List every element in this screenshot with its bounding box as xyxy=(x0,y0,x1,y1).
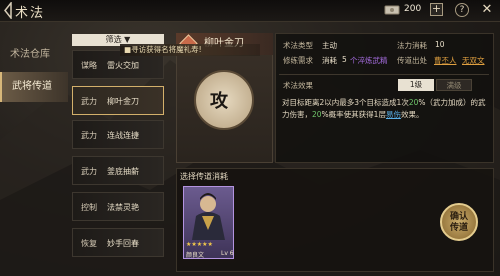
skill-name: 法禁灵艳 xyxy=(107,203,139,212)
close-icon[interactable]: ✕ xyxy=(479,2,495,18)
train-need-label: 修练需求 xyxy=(283,56,313,65)
skill-list-item[interactable]: 武力 连战连捷 xyxy=(72,120,164,149)
help-icon[interactable]: ? xyxy=(455,3,469,17)
desc-text: 对目标距离2以内最多3个目标造成1次 xyxy=(282,98,409,107)
skill-category: 谋略 xyxy=(81,61,97,70)
train-need-count: 5 xyxy=(342,55,347,64)
desc-link[interactable]: 易伤 xyxy=(386,110,401,119)
skill-emblem-char: 攻 xyxy=(210,91,228,112)
skill-list-item[interactable]: 控制 法禁灵艳 xyxy=(72,192,164,221)
skill-type-label: 术法类型 xyxy=(283,41,313,50)
skill-category: 恢复 xyxy=(81,239,97,248)
tab-general-transfer[interactable]: 武将传道 xyxy=(0,72,68,102)
skill-name: 连战连捷 xyxy=(107,131,139,140)
skill-category: 武力 xyxy=(81,97,97,106)
train-need-prefix: 消耗 xyxy=(322,56,337,65)
skill-type-value: 主动 xyxy=(322,41,337,50)
hero-stars: ★★★★★ xyxy=(186,241,213,248)
transfer-source-link[interactable]: 曹丕人 xyxy=(434,55,457,66)
divider xyxy=(279,74,489,75)
skill-category: 武力 xyxy=(81,131,97,140)
skill-name: 柳叶金刀 xyxy=(107,97,139,106)
skill-name: 妙手回春 xyxy=(107,239,139,248)
skill-name: 釜底抽薪 xyxy=(107,167,139,176)
desc-value: 20 xyxy=(312,110,322,119)
transfer-source-link[interactable]: 无双文 xyxy=(462,55,485,66)
transfer-cost-title: 选择传道消耗 xyxy=(180,172,228,181)
skill-list-item-selected[interactable]: 武力 柳叶金刀 xyxy=(72,86,164,115)
hero-portrait xyxy=(192,193,225,240)
tab-skill-storage[interactable]: 术法仓库 xyxy=(0,40,68,70)
page-title: 术法 xyxy=(15,6,46,21)
tab-level-1[interactable]: 1级 xyxy=(398,79,434,91)
train-need-item: 个淬炼武精 xyxy=(350,56,388,65)
desc-text: 效果。 xyxy=(400,110,424,119)
desc-text: %概率使其获得1层 xyxy=(321,110,386,119)
banknote-icon xyxy=(384,5,400,15)
skill-name: 雷火交加 xyxy=(107,61,139,70)
transfer-source-label: 传道出处 xyxy=(397,56,427,65)
skill-category: 武力 xyxy=(81,167,97,176)
skill-list-item[interactable]: 武力 釜底抽薪 xyxy=(72,156,164,185)
confirm-label: 确认 xyxy=(449,212,468,222)
tab-level-max[interactable]: 满级 xyxy=(436,79,472,91)
skill-description: 对目标距离2以内最多3个目标造成1次20%（武力加成）的武力伤害，20%概率使其… xyxy=(282,97,487,121)
back-arrow-icon[interactable] xyxy=(3,2,13,19)
confirm-transfer-button[interactable]: 确认 传道 xyxy=(440,203,478,241)
add-currency-button[interactable]: + xyxy=(430,3,443,16)
skill-effect-label: 术法效果 xyxy=(283,81,313,90)
confirm-label: 传道 xyxy=(449,223,468,233)
mana-cost-value: 10 xyxy=(435,40,445,49)
mana-cost-label: 法力消耗 xyxy=(397,41,427,50)
hero-level: Lv 6 xyxy=(221,250,234,257)
top-bar: 术法 200 + ? ✕ xyxy=(0,0,500,22)
desc-value: 20 xyxy=(408,98,419,107)
skill-list-item[interactable]: 恢复 妙手回春 xyxy=(72,228,164,257)
hero-name: 颜良文 xyxy=(186,252,205,259)
announcement-banner: ■寻访获得名将魔礼寿! xyxy=(120,44,260,56)
skill-category: 控制 xyxy=(81,203,97,212)
currency-value: 200 xyxy=(404,4,422,14)
